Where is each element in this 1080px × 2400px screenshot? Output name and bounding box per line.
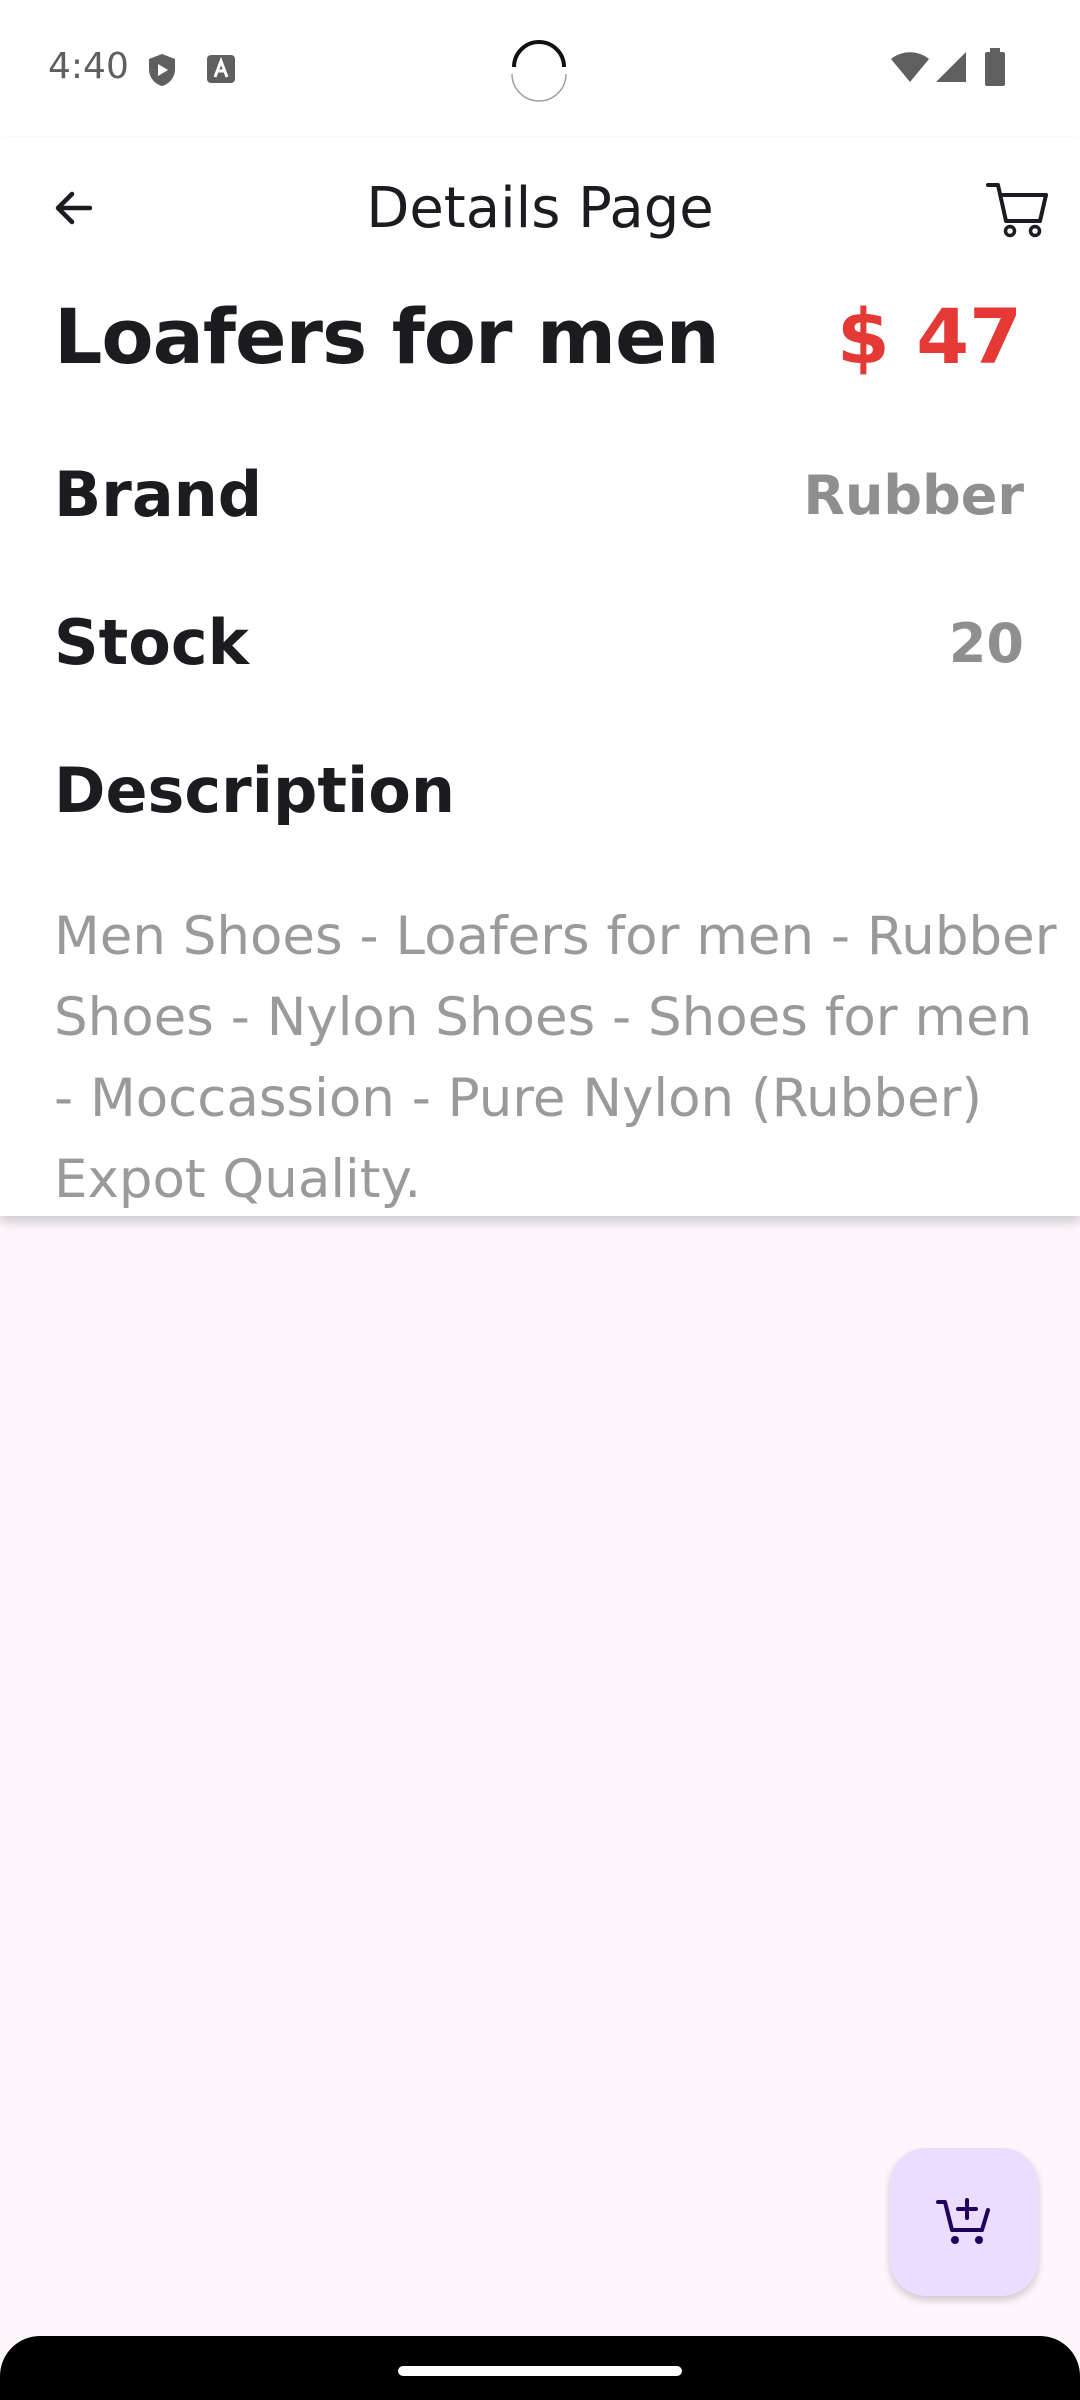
shield-icon: [149, 54, 175, 86]
cart-icon: [986, 183, 1048, 238]
stock-value: 20: [948, 612, 1024, 675]
signal-icon: [936, 52, 966, 82]
home-gesture-handle[interactable]: [398, 2366, 682, 2376]
cart-button[interactable]: [976, 168, 1060, 252]
page-title: Details Page: [366, 176, 714, 241]
product-price: $ 47: [836, 292, 1022, 381]
app-bar: Details Page: [0, 138, 1080, 280]
add-to-cart-button[interactable]: [890, 2148, 1038, 2296]
description-label: Description: [54, 754, 456, 827]
status-bar: 4:40: [0, 0, 1080, 138]
battery-icon: [985, 48, 1005, 86]
description-text: Men Shoes - Loafers for men - Rubber Sho…: [54, 906, 1057, 1210]
add-shopping-cart-icon: [936, 2198, 990, 2244]
brand-value: Rubber: [803, 464, 1024, 527]
keyboard-a-icon: [207, 55, 235, 83]
status-time: 4:40: [48, 46, 129, 87]
screen: 4:40 Details Page Loafers for men $ 47 B…: [0, 0, 1080, 2400]
camera-cutout-icon: [511, 40, 567, 102]
brand-label: Brand: [54, 458, 263, 531]
product-name: Loafers for men: [54, 292, 720, 381]
wifi-icon: [891, 52, 929, 82]
stock-label: Stock: [54, 606, 249, 679]
